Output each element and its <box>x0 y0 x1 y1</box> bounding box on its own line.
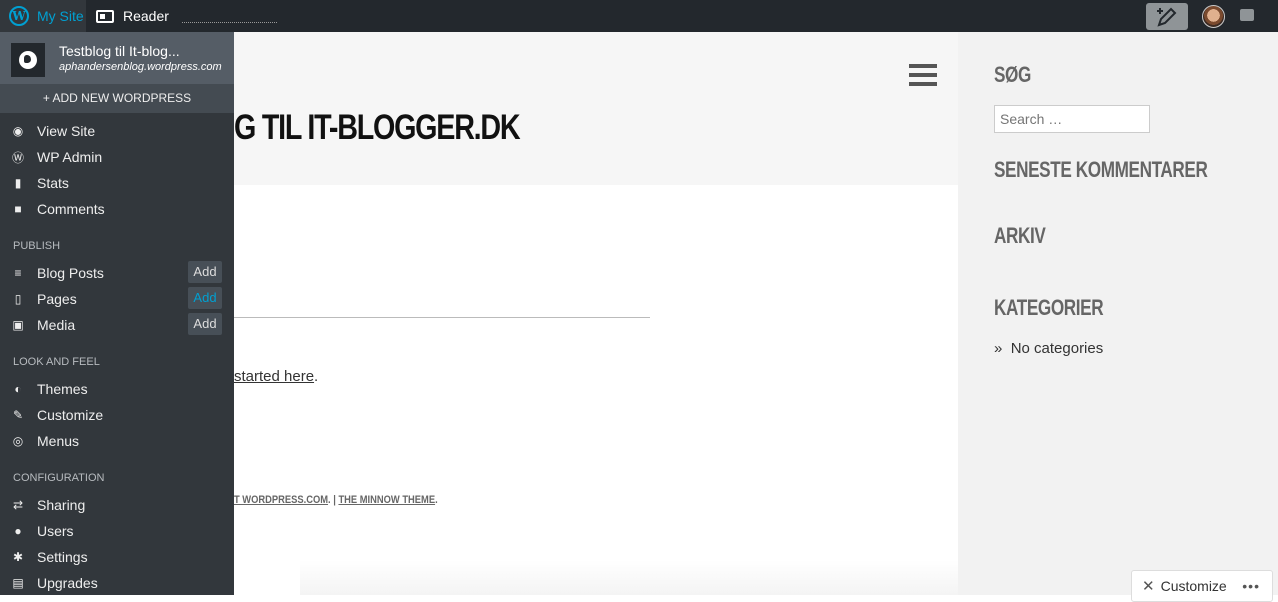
menu-customize[interactable]: ✎ Customize <box>0 402 234 428</box>
menu-comments[interactable]: ■ Comments <box>0 196 234 222</box>
section-configuration: CONFIGURATION <box>13 472 105 484</box>
posts-icon: ≡ <box>14 266 22 280</box>
reader-label: Reader <box>123 8 169 24</box>
no-categories-item: » No categories <box>994 340 1104 357</box>
site-footer: T WORDPRESS.COM. | THE MINNOW THEME. <box>234 494 438 506</box>
add-blog-post-button[interactable]: Add <box>188 261 222 283</box>
customize-label: Customize <box>1160 578 1227 594</box>
wordpress-icon: W <box>9 6 29 26</box>
wordpress-icon: Ⓦ <box>12 150 25 165</box>
loading-indicator <box>182 22 277 23</box>
menu-themes[interactable]: ◐ Themes <box>0 376 234 402</box>
avatar[interactable] <box>1202 5 1225 28</box>
site-name: Testblog til It-blog... <box>59 43 180 59</box>
comment-icon: ■ <box>14 202 22 216</box>
add-media-button[interactable]: Add <box>188 313 222 335</box>
sharing-icon: ⇄ <box>12 498 24 512</box>
menu-menus[interactable]: ◎ Menus <box>0 428 234 454</box>
menu-blog-posts[interactable]: ≡ Blog Posts Add <box>0 260 234 286</box>
more-icon[interactable]: ••• <box>1242 578 1260 594</box>
page-bottom-shadow <box>300 560 960 595</box>
customize-icon: ✎ <box>12 408 24 422</box>
page-icon: ▯ <box>14 292 22 306</box>
menu-media[interactable]: ▣ Media Add <box>0 312 234 338</box>
tools-icon: ✕ <box>1142 578 1155 595</box>
admin-bar: W My Site Reader <box>0 0 1278 32</box>
get-started-link[interactable]: started here <box>234 368 314 385</box>
menu-pages[interactable]: ▯ Pages Add <box>0 286 234 312</box>
write-post-button[interactable] <box>1146 3 1188 30</box>
menu-sharing[interactable]: ⇄ Sharing <box>0 492 234 518</box>
upgrades-icon: ▤ <box>12 576 24 590</box>
search-input[interactable] <box>994 105 1150 133</box>
reader-button[interactable]: Reader <box>96 0 169 32</box>
globe-icon <box>11 43 45 77</box>
footer-wordpress-link[interactable]: T WORDPRESS.COM <box>234 494 328 506</box>
search-widget-title: SØG <box>994 62 1031 87</box>
add-new-wordpress-button[interactable]: + ADD NEW WORDPRESS <box>0 84 234 113</box>
themes-icon: ◐ <box>14 382 22 396</box>
menu-stats[interactable]: ▮ Stats <box>0 170 234 196</box>
stats-icon: ▮ <box>14 176 22 190</box>
globe-icon: ◉ <box>12 124 24 138</box>
content-text: started here. <box>234 368 319 385</box>
customize-button[interactable]: ✕ Customize ••• <box>1131 570 1273 602</box>
site-title[interactable]: G TIL IT-BLOGGER.DK <box>234 108 521 148</box>
section-look-and-feel: LOOK AND FEEL <box>13 356 100 368</box>
recent-comments-title: SENESTE KOMMENTARER <box>994 157 1208 182</box>
users-icon: ● <box>14 524 22 538</box>
categories-title: KATEGORIER <box>994 295 1104 320</box>
settings-icon: ✱ <box>12 550 24 564</box>
content-divider <box>234 317 650 318</box>
media-icon: ▣ <box>12 318 24 332</box>
write-post-icon <box>1157 7 1177 27</box>
my-site-button[interactable]: W My Site <box>0 0 86 32</box>
archive-title: ARKIV <box>994 223 1046 248</box>
menu-view-site[interactable]: ◉ View Site <box>0 118 234 144</box>
my-site-label: My Site <box>37 8 84 24</box>
footer-theme-link[interactable]: THE MINNOW THEME <box>338 494 435 506</box>
site-url: aphandersenblog.wordpress.com <box>59 61 222 73</box>
add-page-button[interactable]: Add <box>188 287 222 309</box>
site-drawer: Testblog til It-blog... aphandersenblog.… <box>0 32 234 595</box>
notifications-icon[interactable] <box>1240 9 1254 21</box>
hamburger-menu-icon[interactable] <box>909 64 937 86</box>
menu-wp-admin[interactable]: Ⓦ WP Admin <box>0 144 234 170</box>
menu-users[interactable]: ● Users <box>0 518 234 544</box>
menu-settings[interactable]: ✱ Settings <box>0 544 234 570</box>
menu-upgrades[interactable]: ▤ Upgrades <box>0 570 234 596</box>
reader-icon <box>96 9 114 23</box>
current-site-card[interactable]: Testblog til It-blog... aphandersenblog.… <box>0 32 234 84</box>
section-publish: PUBLISH <box>13 240 61 252</box>
menus-icon: ◎ <box>12 434 24 448</box>
